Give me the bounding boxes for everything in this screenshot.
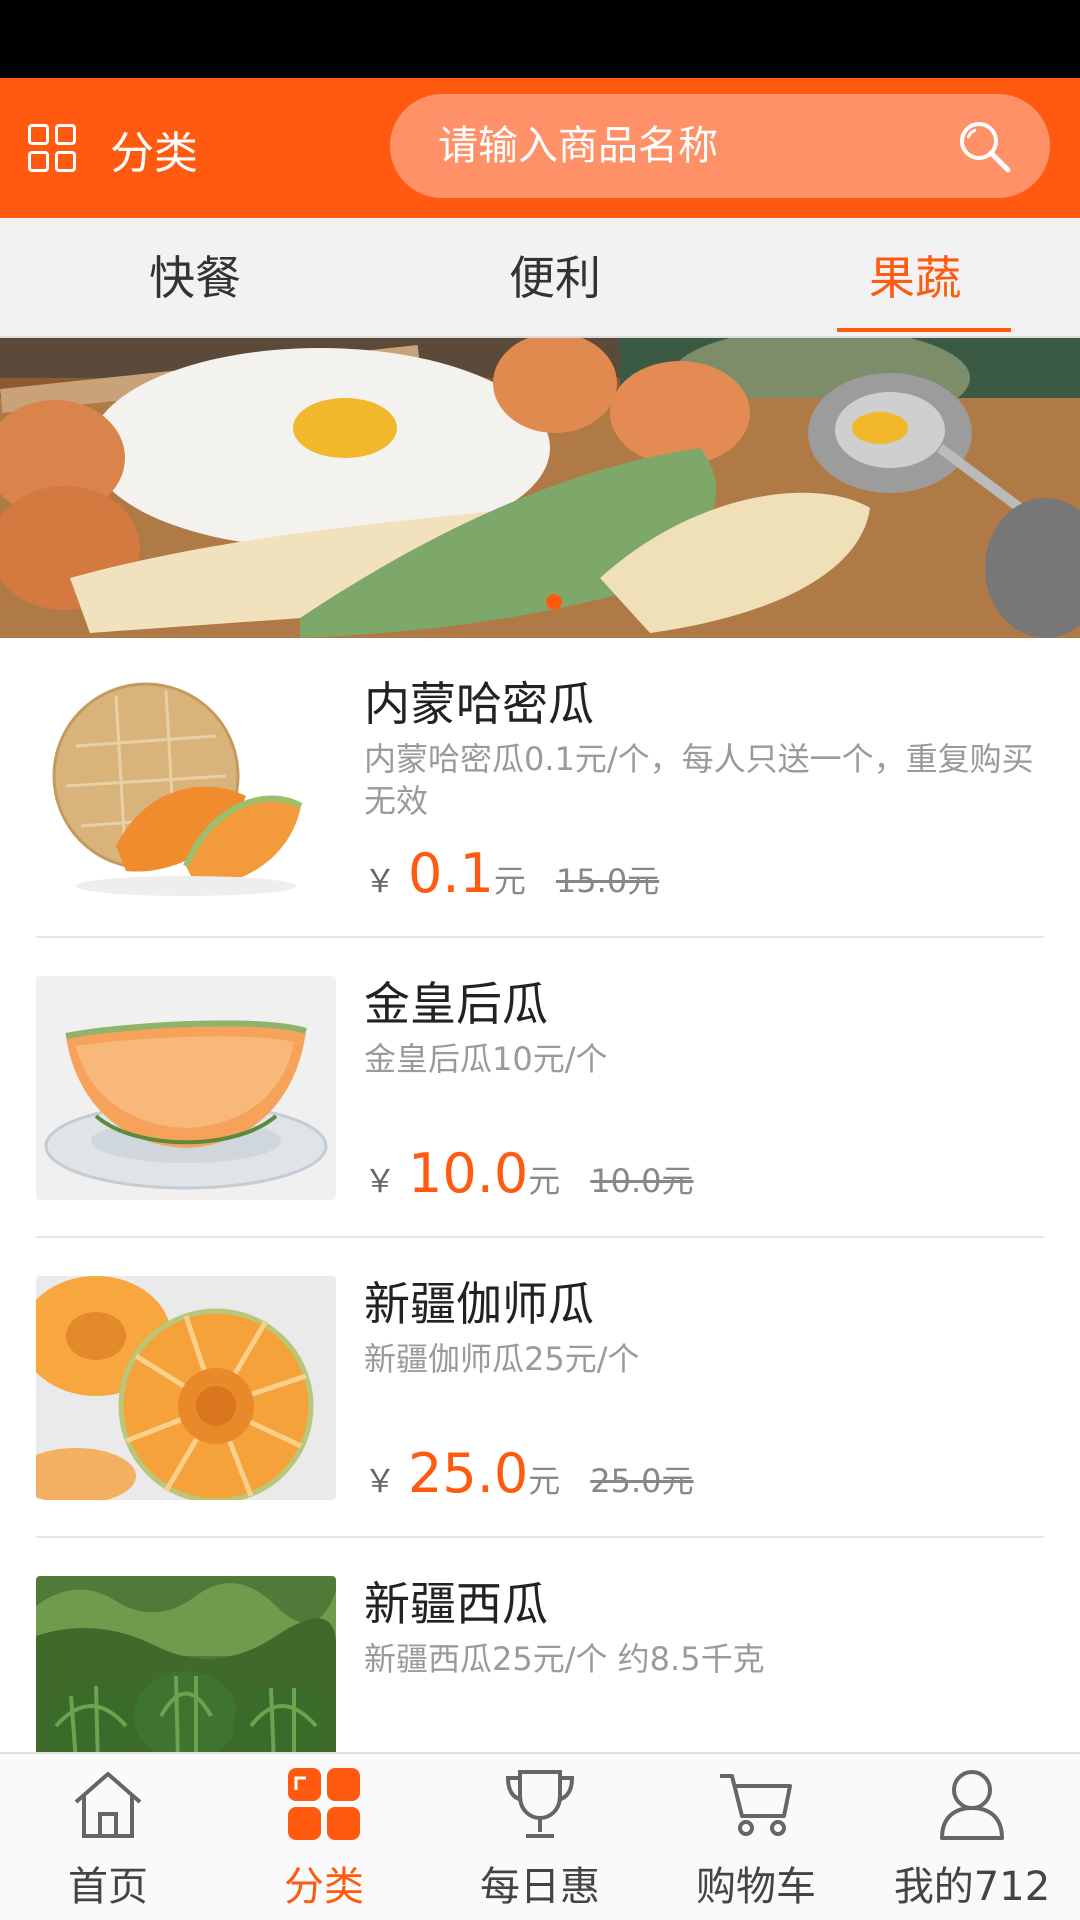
- active-tab-indicator: [837, 328, 1011, 332]
- currency-symbol: ￥: [364, 862, 397, 900]
- price-unit: 元: [528, 1162, 561, 1200]
- price-row: ￥ 25.0元 25.0元: [364, 1442, 694, 1512]
- price-unit: 元: [493, 862, 526, 900]
- product-image-hami-melon: [36, 676, 336, 900]
- nav-daily-deals[interactable]: 每日惠: [432, 1754, 648, 1920]
- product-price: 25.0: [408, 1442, 529, 1505]
- search-placeholder: 请输入商品名称: [438, 123, 718, 169]
- home-icon: [74, 1772, 142, 1838]
- product-name: 金皇后瓜: [364, 977, 548, 1031]
- product-description: 新疆西瓜25元/个 约8.5千克: [364, 1640, 765, 1678]
- bottom-navigation: 首页 分类 每日惠 购物车 我的712: [0, 1752, 1080, 1920]
- category-button[interactable]: 分类: [28, 120, 198, 179]
- price-unit: 元: [528, 1462, 561, 1500]
- product-image-queen-melon: [36, 976, 336, 1200]
- currency-symbol: ￥: [364, 1162, 397, 1200]
- promo-banner[interactable]: [0, 338, 1080, 638]
- search-input[interactable]: 请输入商品名称: [390, 94, 1050, 198]
- product-item[interactable]: 新疆伽师瓜 新疆伽师瓜25元/个 ￥ 25.0元 25.0元: [0, 1238, 1080, 1538]
- trophy-icon: [505, 1770, 575, 1838]
- product-name: 新疆西瓜: [364, 1577, 548, 1631]
- header-bar: 分类 请输入商品名称: [0, 78, 1080, 218]
- tab-fruit-veg[interactable]: 果蔬: [735, 218, 1080, 338]
- nav-label: 首页: [68, 1864, 148, 1910]
- nav-profile[interactable]: 我的712: [864, 1754, 1080, 1920]
- category-grid-icon: [28, 124, 78, 174]
- category-tabs: 快餐 便利 果蔬: [0, 218, 1080, 338]
- product-image-jiashi-melon: [36, 1276, 336, 1500]
- product-description: 新疆伽师瓜25元/个: [364, 1340, 640, 1378]
- cart-icon: [720, 1774, 792, 1836]
- banner-image: [0, 338, 1080, 638]
- tab-convenience[interactable]: 便利: [375, 218, 735, 338]
- nav-label: 我的712: [893, 1864, 1051, 1910]
- nav-cart[interactable]: 购物车: [648, 1754, 864, 1920]
- user-icon: [940, 1770, 1004, 1840]
- nav-label: 每日惠: [480, 1864, 600, 1910]
- price-row: ￥ 10.0元 10.0元: [364, 1142, 694, 1212]
- original-price: 25.0元: [590, 1462, 694, 1500]
- product-price: 10.0: [408, 1142, 529, 1205]
- category-grid-icon: [288, 1768, 360, 1840]
- product-description: 内蒙哈密瓜0.1元/个，每人只送一个，重复购买无效: [364, 740, 1034, 820]
- price-row: ￥ 0.1元 15.0元: [364, 842, 659, 912]
- product-item[interactable]: 内蒙哈密瓜 内蒙哈密瓜0.1元/个，每人只送一个，重复购买无效 ￥ 0.1元 15.…: [0, 638, 1080, 938]
- status-bar: [0, 0, 1080, 78]
- nav-home[interactable]: 首页: [0, 1754, 216, 1920]
- product-description: 金皇后瓜10元/个: [364, 1040, 608, 1078]
- nav-label: 分类: [284, 1864, 364, 1910]
- carousel-indicator-dot[interactable]: [546, 594, 562, 610]
- original-price: 15.0元: [555, 862, 660, 900]
- category-label: 分类: [110, 128, 198, 179]
- product-price: 0.1: [408, 842, 494, 905]
- product-item[interactable]: 金皇后瓜 金皇后瓜10元/个 ￥ 10.0元 10.0元: [0, 938, 1080, 1238]
- currency-symbol: ￥: [364, 1462, 397, 1500]
- nav-label: 购物车: [696, 1864, 816, 1910]
- nav-category[interactable]: 分类: [216, 1754, 432, 1920]
- search-icon[interactable]: [954, 116, 1014, 176]
- tab-fast-food[interactable]: 快餐: [15, 218, 375, 338]
- product-name: 内蒙哈密瓜: [364, 677, 594, 731]
- original-price: 10.0元: [590, 1162, 694, 1200]
- product-name: 新疆伽师瓜: [364, 1277, 594, 1331]
